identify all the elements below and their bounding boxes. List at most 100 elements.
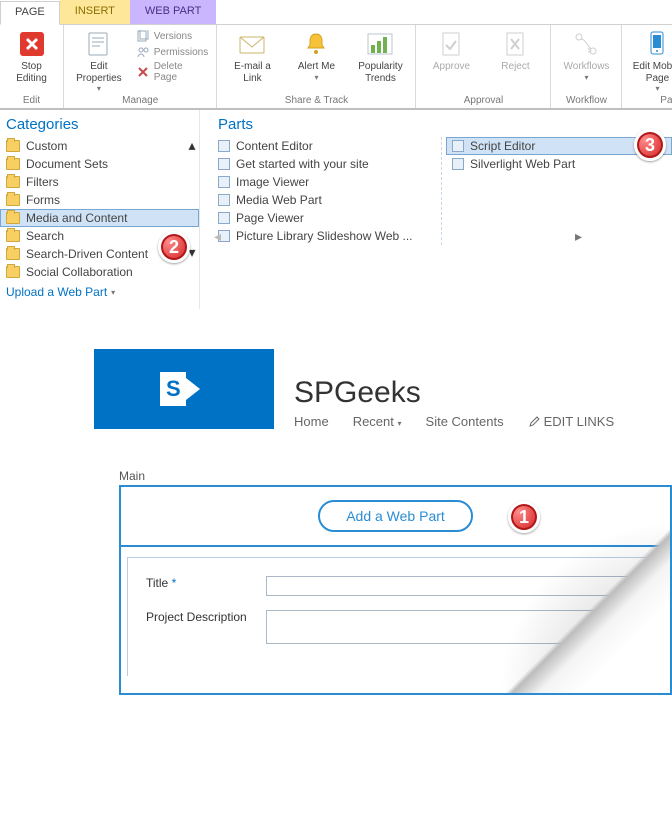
description-input[interactable]	[266, 610, 641, 644]
webpart-icon	[218, 176, 230, 188]
category-item[interactable]: Document Sets	[0, 155, 199, 173]
workflows-button[interactable]: Workflows ▾	[559, 29, 613, 82]
ribbon-group-manage: Edit Properties ▾ Versions Permissions D…	[64, 25, 217, 108]
category-item[interactable]: Forms	[0, 191, 199, 209]
category-label: Search-Driven Content	[26, 247, 148, 261]
zone-label: Main	[119, 469, 672, 483]
folder-icon	[6, 158, 20, 170]
permissions-button[interactable]: Permissions	[136, 45, 209, 59]
categories-title: Categories	[0, 110, 199, 137]
part-item[interactable]: Media Web Part	[212, 191, 437, 209]
permissions-icon	[136, 45, 150, 59]
category-item[interactable]: Social Collaboration	[0, 263, 199, 281]
form-area: Title * Project Description	[127, 557, 660, 676]
part-label: Picture Library Slideshow Web ...	[236, 229, 413, 243]
category-label: Media and Content	[26, 211, 127, 225]
category-label: Custom	[26, 139, 67, 153]
svg-text:S: S	[166, 376, 181, 401]
nav-home[interactable]: Home	[294, 414, 329, 429]
parts-title: Parts	[212, 110, 672, 137]
upload-webpart-link[interactable]: Upload a Web Part ▾	[0, 281, 199, 303]
part-item[interactable]: Page Viewer	[212, 209, 437, 227]
upload-webpart-label: Upload a Web Part	[6, 285, 107, 299]
badge-3: 3	[634, 129, 666, 161]
chevron-down-icon: ▾	[314, 73, 318, 82]
folder-icon	[6, 212, 20, 224]
categories-column: Categories Custom Document Sets Filters For…	[0, 110, 200, 309]
part-label: Image Viewer	[236, 175, 309, 189]
parts-prev-icon[interactable]: ◂	[212, 224, 223, 249]
badge-1: 1	[508, 501, 540, 533]
alert-me-button[interactable]: Alert Me ▾	[289, 29, 343, 82]
folder-icon	[6, 248, 20, 260]
ribbon-group-edit: Stop Editing Edit	[0, 25, 64, 108]
popularity-trends-button[interactable]: Popularity Trends	[353, 29, 407, 84]
reject-button[interactable]: Reject	[488, 29, 542, 73]
parts-next-icon[interactable]: ▸	[573, 224, 584, 249]
folder-icon	[6, 194, 20, 206]
delete-page-label: Delete Page	[154, 61, 209, 83]
part-item[interactable]: Content Editor	[212, 137, 437, 155]
stop-editing-button[interactable]: Stop Editing	[8, 29, 55, 84]
part-label: Get started with your site	[236, 157, 369, 171]
category-item[interactable]: Filters	[0, 173, 199, 191]
zone-header: Add a Web Part 1	[121, 487, 670, 547]
category-label: Document Sets	[26, 157, 108, 171]
part-item[interactable]: Image Viewer	[212, 173, 437, 191]
part-item[interactable]: Get started with your site	[212, 155, 437, 173]
part-label: Page Viewer	[236, 211, 304, 225]
group-label-edit: Edit	[8, 95, 55, 106]
permissions-label: Permissions	[154, 47, 208, 58]
nav-site-contents[interactable]: Site Contents	[426, 414, 504, 429]
part-item[interactable]: Picture Library Slideshow Web ...	[212, 227, 437, 245]
chevron-down-icon: ▾	[111, 288, 115, 297]
versions-button[interactable]: Versions	[136, 29, 209, 43]
scroll-up-icon[interactable]: ▴	[188, 137, 195, 154]
parts-list-left: Content Editor Get started with your site…	[212, 137, 437, 245]
part-item[interactable]: Silverlight Web Part	[446, 155, 672, 173]
approve-button[interactable]: Approve	[424, 29, 478, 73]
group-label-manage: Manage	[72, 95, 208, 106]
part-label: Media Web Part	[236, 193, 322, 207]
approve-label: Approve	[433, 61, 470, 73]
popularity-label: Popularity Trends	[353, 61, 407, 84]
parts-column: Parts Content Editor Get started with you…	[212, 110, 672, 309]
delete-icon	[136, 65, 150, 79]
email-link-button[interactable]: E-mail a Link	[225, 29, 279, 84]
edit-mobile-page-button[interactable]: Edit Mobile Page ▾	[630, 29, 672, 93]
edit-properties-label: Edit Properties	[72, 61, 126, 84]
ribbon-group-sharetrack: E-mail a Link Alert Me ▾ Popularity Tren…	[217, 25, 416, 108]
add-webpart-button[interactable]: Add a Web Part	[318, 500, 473, 532]
folder-icon	[6, 140, 20, 152]
tab-webpart[interactable]: WEB PART	[130, 0, 216, 24]
nav-edit-links[interactable]: EDIT LINKS	[528, 414, 615, 429]
workflows-label: Workflows	[564, 61, 610, 73]
category-item[interactable]: Custom	[0, 137, 199, 155]
delete-page-button[interactable]: Delete Page	[136, 61, 209, 83]
folder-icon	[6, 176, 20, 188]
mobile-icon	[642, 29, 672, 59]
category-label: Social Collaboration	[26, 265, 133, 279]
field-label-desc: Project Description	[146, 610, 266, 624]
top-nav: Home Recent ▾ Site Contents EDIT LINKS	[294, 414, 614, 429]
webpart-icon	[452, 158, 464, 170]
site-title: SPGeeks	[294, 376, 614, 410]
title-input[interactable]	[266, 576, 641, 596]
tab-page[interactable]: PAGE	[0, 1, 60, 25]
category-item[interactable]: Media and Content	[0, 209, 199, 227]
email-link-label: E-mail a Link	[225, 61, 279, 84]
chevron-down-icon: ▾	[655, 84, 659, 93]
field-label-title: Title *	[146, 576, 266, 590]
tab-insert[interactable]: INSERT	[60, 0, 130, 24]
stop-editing-label: Stop Editing	[8, 61, 55, 84]
nav-recent[interactable]: Recent ▾	[353, 414, 402, 429]
properties-icon	[84, 29, 114, 59]
webpart-icon	[218, 140, 230, 152]
category-label: Filters	[26, 175, 59, 189]
stop-icon	[17, 29, 47, 59]
category-label: Search	[26, 229, 64, 243]
edit-properties-button[interactable]: Edit Properties ▾	[72, 29, 126, 93]
site-header: S SPGeeks Home Recent ▾ Site Contents ED…	[0, 349, 672, 429]
workflow-icon	[571, 29, 601, 59]
category-label: Forms	[26, 193, 60, 207]
